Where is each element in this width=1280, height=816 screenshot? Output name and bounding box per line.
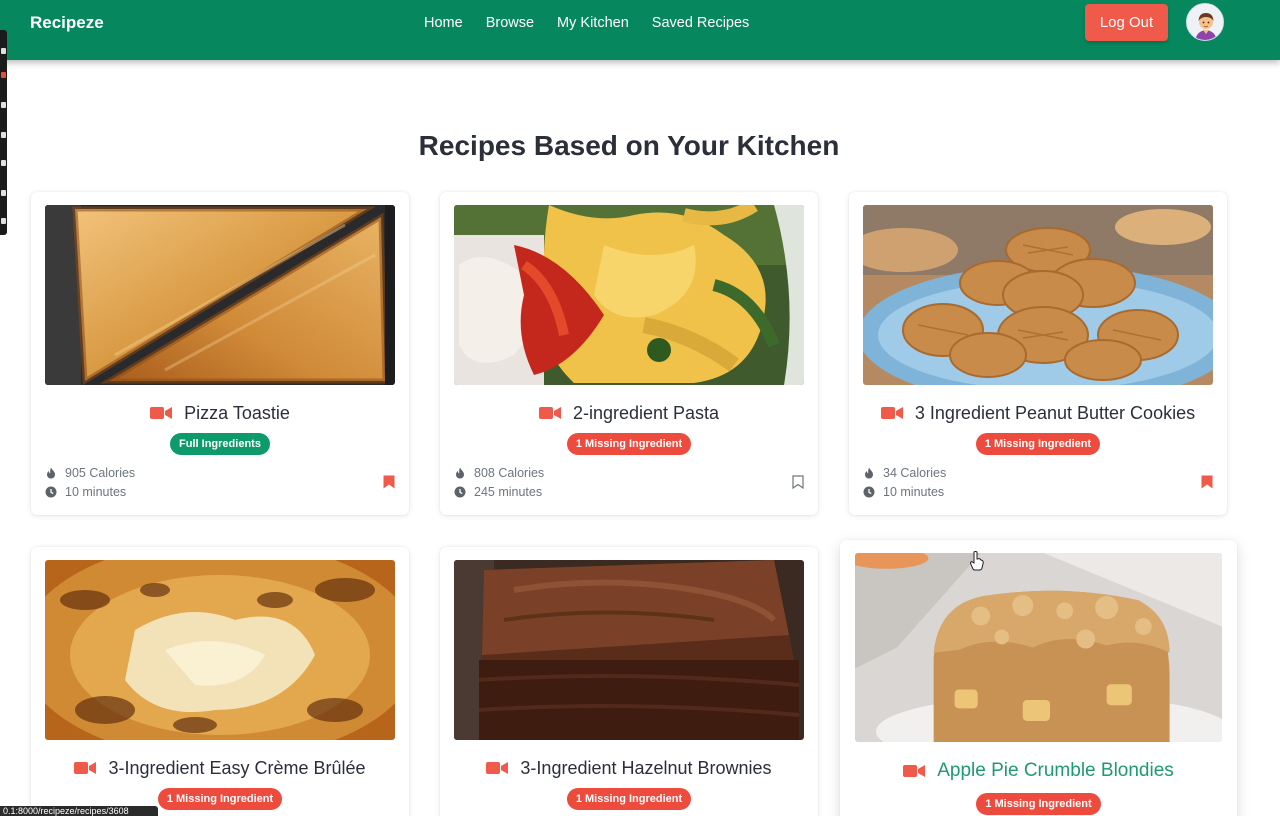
recipe-card[interactable]: 3 Ingredient Peanut Butter Cookies 1 Mis… [849, 192, 1227, 515]
badge-row: Full Ingredients [31, 433, 409, 455]
calories-label: 34 Calories [883, 465, 947, 480]
recipe-image[interactable] [45, 560, 395, 740]
calories-label: 905 Calories [65, 465, 136, 480]
nav-link-my-kitchen[interactable]: My Kitchen [557, 12, 629, 34]
recipe-meta: 808 Calories 245 minutes [454, 463, 654, 501]
recipe-card[interactable]: Pizza Toastie Full Ingredients 905 Calor… [31, 192, 409, 515]
logout-button[interactable]: Log Out [1085, 4, 1168, 41]
devtools-icon[interactable] [1, 48, 6, 54]
recipe-title-row: 3-Ingredient Hazelnut Brownies [440, 756, 818, 780]
video-camera-icon [903, 765, 926, 777]
video-camera-icon [538, 407, 561, 419]
ingredient-status-badge: 1 Missing Ingredient [566, 433, 692, 455]
devtools-icon[interactable] [1, 160, 6, 166]
navbar: Recipeze Home Browse My Kitchen Saved Re… [0, 0, 1280, 60]
ingredient-status-badge: Full Ingredients [170, 433, 270, 455]
clock-icon [454, 486, 466, 497]
recipe-meta: 34 Calories 10 minutes [863, 463, 1063, 501]
recipe-image[interactable] [454, 560, 804, 740]
recipe-meta: 905 Calories 10 minutes [45, 463, 245, 501]
recipe-image[interactable] [863, 205, 1213, 385]
recipe-image[interactable] [454, 205, 804, 385]
badge-row: 1 Missing Ingredient [440, 788, 818, 810]
recipe-card[interactable]: 3-Ingredient Hazelnut Brownies 1 Missing… [440, 547, 818, 816]
time-label: 245 minutes [474, 484, 543, 499]
ingredient-status-badge: 1 Missing Ingredient [566, 788, 692, 810]
recipe-card[interactable]: 2-ingredient Pasta 1 Missing Ingredient … [440, 192, 818, 515]
brand-logo[interactable]: Recipeze [30, 12, 104, 34]
recipe-title-row: Pizza Toastie [31, 401, 409, 425]
video-camera-icon [74, 762, 97, 774]
status-url-bar: 0.1:8000/recipeze/recipes/3608 [0, 806, 158, 816]
ingredient-status-badge: 1 Missing Ingredient [975, 433, 1101, 455]
nav-link-home[interactable]: Home [424, 12, 463, 34]
devtools-icon[interactable] [1, 132, 6, 138]
recipe-title-row: 2-ingredient Pasta [440, 401, 818, 425]
avatar-icon [1187, 4, 1223, 40]
hand-cursor-icon [970, 551, 984, 571]
devtools-icon[interactable] [1, 190, 6, 196]
ingredient-status-badge: 1 Missing Ingredient [976, 793, 1101, 815]
recipe-title[interactable]: Pizza Toastie [184, 403, 290, 424]
video-camera-icon [880, 407, 903, 419]
user-avatar[interactable] [1186, 3, 1224, 41]
badge-row: 1 Missing Ingredient [840, 793, 1237, 815]
badge-row: 1 Missing Ingredient [849, 433, 1227, 455]
badge-row: 1 Missing Ingredient [440, 433, 818, 455]
bookmark-icon[interactable] [383, 475, 395, 489]
devtools-icon[interactable] [1, 218, 6, 224]
clock-icon [45, 486, 57, 497]
nav-links: Home Browse My Kitchen Saved Recipes [424, 12, 749, 34]
recipe-title-row: 3 Ingredient Peanut Butter Cookies [849, 401, 1227, 425]
video-camera-icon [150, 407, 173, 419]
nav-link-saved-recipes[interactable]: Saved Recipes [652, 12, 750, 34]
devtools-icon[interactable] [1, 72, 6, 78]
recipe-title[interactable]: 3-Ingredient Hazelnut Brownies [520, 758, 771, 779]
time-label: 10 minutes [65, 484, 127, 499]
fire-icon [456, 467, 464, 478]
recipe-card[interactable]: Apple Pie Crumble Blondies 1 Missing Ing… [840, 540, 1237, 816]
ingredient-status-badge: 1 Missing Ingredient [157, 788, 283, 810]
devtools-icon[interactable] [1, 102, 6, 108]
time-label: 10 minutes [883, 484, 945, 499]
bookmark-icon[interactable] [1201, 475, 1213, 489]
devtools-strip[interactable] [0, 30, 7, 235]
bookmark-icon[interactable] [792, 475, 804, 489]
fire-icon [47, 467, 55, 478]
recipe-title[interactable]: 3-Ingredient Easy Crème Brûlée [108, 758, 365, 779]
recipe-title-row: Apple Pie Crumble Blondies [840, 759, 1237, 783]
recipe-title[interactable]: 3 Ingredient Peanut Butter Cookies [915, 403, 1195, 424]
recipe-card[interactable]: 3-Ingredient Easy Crème Brûlée 1 Missing… [31, 547, 409, 816]
recipe-image[interactable] [855, 553, 1222, 742]
recipe-title[interactable]: Apple Pie Crumble Blondies [937, 760, 1174, 782]
recipe-image[interactable] [45, 205, 395, 385]
calories-label: 808 Calories [474, 465, 545, 480]
page-title: Recipes Based on Your Kitchen [418, 130, 840, 161]
recipe-title[interactable]: 2-ingredient Pasta [573, 403, 719, 424]
clock-icon [863, 486, 875, 497]
recipe-title-row: 3-Ingredient Easy Crème Brûlée [31, 756, 409, 780]
video-camera-icon [486, 762, 509, 774]
nav-link-browse[interactable]: Browse [486, 12, 534, 34]
fire-icon [865, 467, 873, 478]
